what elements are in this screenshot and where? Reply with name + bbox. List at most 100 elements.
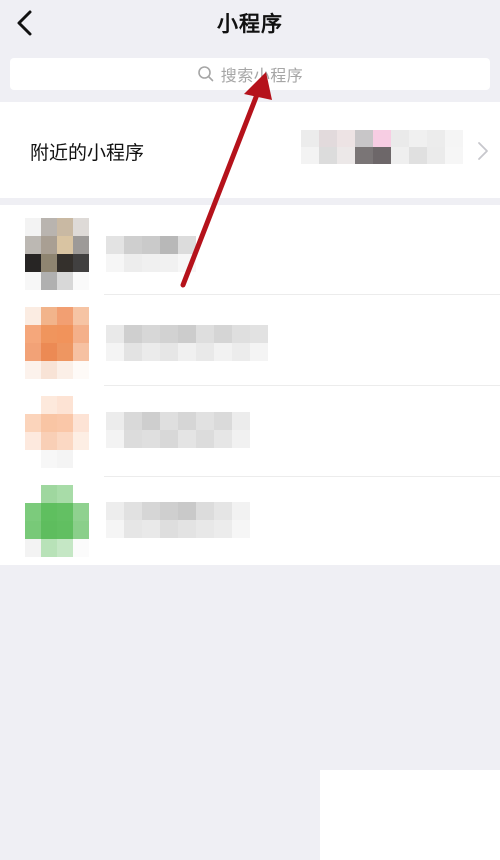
mosaic-cell: [41, 361, 57, 379]
mosaic-cell: [232, 325, 250, 343]
mosaic-cell: [25, 361, 41, 379]
mosaic-cell: [57, 325, 73, 343]
mosaic-cell: [25, 432, 41, 450]
mosaic-cell: [25, 343, 41, 361]
mosaic-cell: [391, 130, 409, 147]
mosaic-cell: [41, 236, 57, 254]
mosaic-cell: [73, 539, 89, 557]
mosaic-cell: [409, 130, 427, 147]
search-input[interactable]: 搜索小程序: [10, 58, 490, 90]
mosaic-cell: [337, 130, 355, 147]
mosaic-cell: [57, 450, 73, 468]
mosaic-cell: [124, 254, 142, 272]
mosaic-cell: [57, 503, 73, 521]
list-item-title: [106, 325, 268, 361]
list-item-icon: [25, 307, 89, 379]
mosaic-cell: [214, 325, 232, 343]
mosaic-cell: [196, 412, 214, 430]
mosaic-cell: [73, 414, 89, 432]
mosaic-cell: [57, 307, 73, 325]
mosaic-cell: [106, 412, 124, 430]
mosaic-cell: [25, 396, 41, 414]
mosaic-cell: [232, 520, 250, 538]
header: 小程序: [0, 0, 500, 48]
blank-panel: [320, 770, 500, 860]
mosaic-cell: [196, 325, 214, 343]
mosaic-cell: [178, 254, 196, 272]
mosaic-cell: [73, 343, 89, 361]
mosaic-cell: [196, 343, 214, 361]
mosaic-cell: [250, 343, 268, 361]
mosaic-cell: [142, 430, 160, 448]
mosaic-cell: [232, 502, 250, 520]
mosaic-cell: [106, 254, 124, 272]
mosaic-cell: [196, 502, 214, 520]
page-title: 小程序: [217, 12, 283, 36]
mosaic-cell: [178, 502, 196, 520]
mosaic-cell: [57, 272, 73, 290]
mosaic-cell: [124, 502, 142, 520]
mosaic-cell: [160, 502, 178, 520]
mosaic-cell: [25, 485, 41, 503]
mosaic-cell: [41, 503, 57, 521]
mosaic-cell: [142, 412, 160, 430]
mosaic-cell: [57, 218, 73, 236]
mosaic-cell: [214, 520, 232, 538]
mosaic-cell: [106, 520, 124, 538]
list-item-title: [106, 412, 250, 448]
mosaic-cell: [25, 539, 41, 557]
mosaic-cell: [73, 396, 89, 414]
mosaic-cell: [41, 325, 57, 343]
mosaic-cell: [25, 414, 41, 432]
mosaic-cell: [142, 520, 160, 538]
mosaic-cell: [178, 520, 196, 538]
mosaic-cell: [25, 218, 41, 236]
mosaic-cell: [57, 236, 73, 254]
mosaic-cell: [57, 485, 73, 503]
mosaic-cell: [41, 432, 57, 450]
mosaic-cell: [73, 307, 89, 325]
mosaic-cell: [25, 236, 41, 254]
mosaic-cell: [214, 343, 232, 361]
mosaic-cell: [124, 343, 142, 361]
mosaic-cell: [214, 502, 232, 520]
list-item-title: [106, 502, 250, 538]
mosaic-cell: [160, 254, 178, 272]
mosaic-cell: [57, 432, 73, 450]
mosaic-cell: [41, 485, 57, 503]
mosaic-cell: [391, 147, 409, 164]
mosaic-cell: [196, 430, 214, 448]
mosaic-cell: [160, 412, 178, 430]
nearby-thumbnails: [301, 130, 463, 164]
mosaic-cell: [57, 521, 73, 539]
mosaic-cell: [160, 236, 178, 254]
nearby-mini-programs-label: 附近的小程序: [30, 142, 145, 164]
list-item-title: [106, 236, 196, 272]
mosaic-cell: [355, 147, 373, 164]
mosaic-cell: [106, 325, 124, 343]
mosaic-cell: [106, 430, 124, 448]
search-placeholder: 搜索小程序: [220, 66, 304, 85]
mosaic-cell: [41, 218, 57, 236]
mosaic-cell: [178, 343, 196, 361]
mosaic-cell: [25, 272, 41, 290]
mosaic-cell: [41, 396, 57, 414]
mosaic-cell: [73, 361, 89, 379]
mosaic-cell: [178, 412, 196, 430]
mosaic-cell: [445, 130, 463, 147]
mosaic-cell: [124, 236, 142, 254]
mosaic-cell: [319, 147, 337, 164]
mosaic-cell: [160, 343, 178, 361]
mosaic-cell: [41, 450, 57, 468]
mosaic-cell: [106, 236, 124, 254]
mosaic-cell: [25, 503, 41, 521]
chevron-right-icon: [478, 142, 488, 160]
mosaic-cell: [73, 485, 89, 503]
mosaic-cell: [214, 430, 232, 448]
mosaic-cell: [319, 130, 337, 147]
list-item-icon: [25, 485, 89, 557]
mosaic-cell: [57, 254, 73, 272]
mosaic-cell: [409, 147, 427, 164]
mosaic-cell: [427, 130, 445, 147]
mosaic-cell: [106, 502, 124, 520]
